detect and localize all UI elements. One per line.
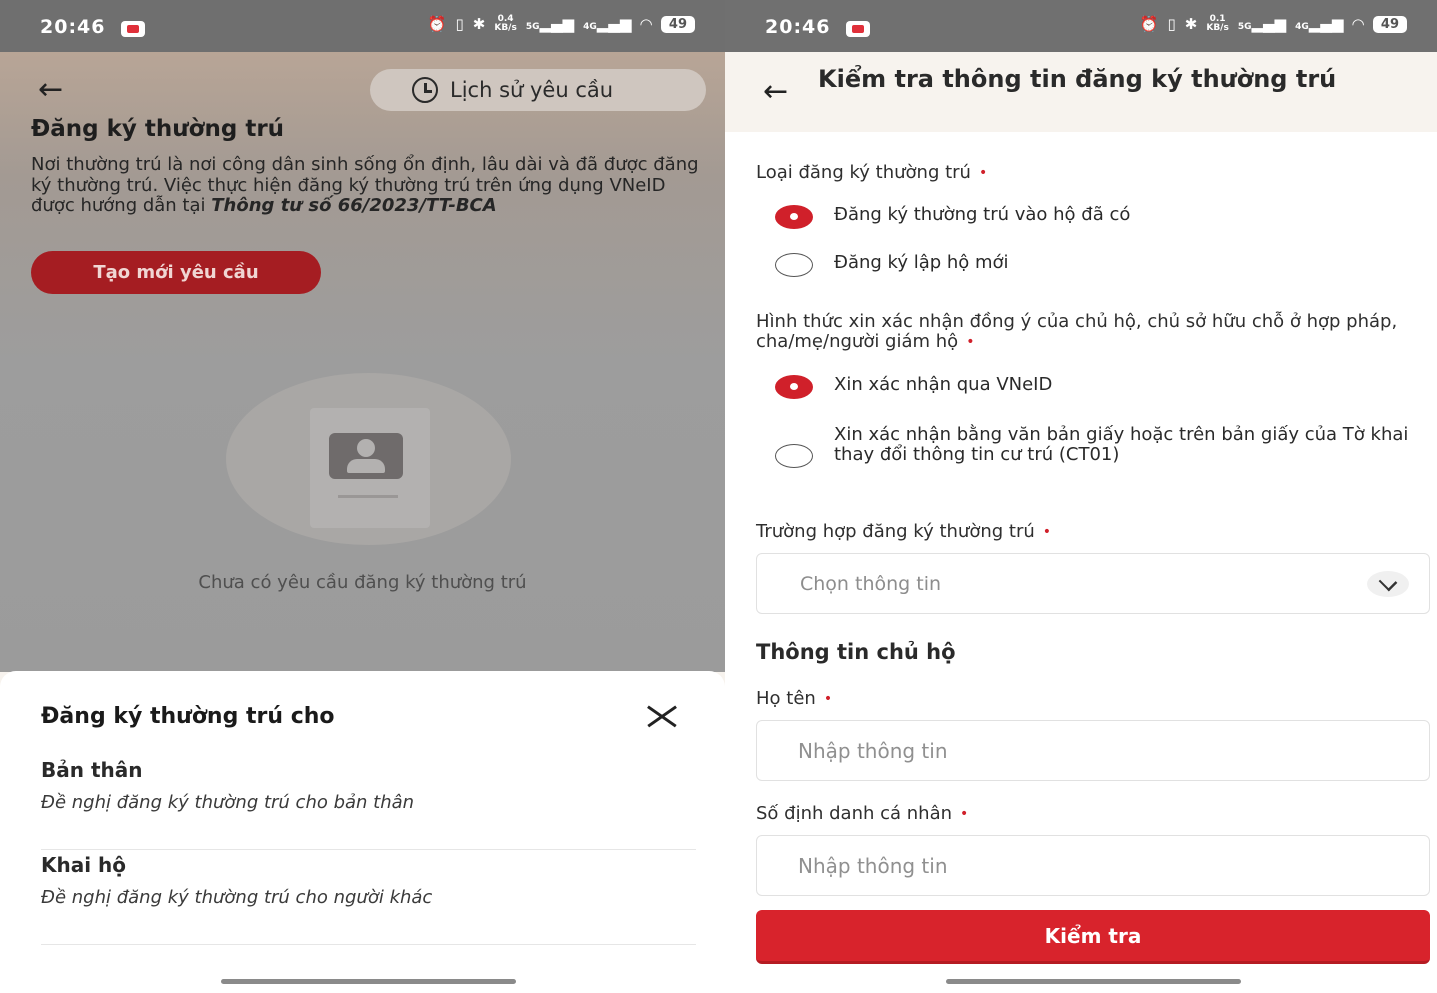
option-subtitle: Đề nghị đăng ký thường trú cho bản thân: [41, 792, 415, 813]
status-icons: ⏰ ▯ ✱ 0.4 KB/s 5G▂▄▆ 4G▂▄▆ ◠ 49: [428, 15, 695, 33]
home-indicator[interactable]: [946, 979, 1241, 984]
sheet-option-on-behalf[interactable]: Khai hộ Đề nghị đăng ký thường trú cho n…: [41, 850, 696, 945]
status-icons: ⏰ ▯ ✱ 0.1 KB/s 5G▂▄▆ 4G▂▄▆ ◠ 49: [1140, 15, 1407, 33]
clock-history-icon: [412, 77, 438, 103]
id-card-icon: [329, 433, 403, 479]
back-arrow-icon[interactable]: ←: [763, 77, 788, 107]
empty-state-text: Chưa có yêu cầu đăng ký thường trú: [198, 572, 527, 593]
case-label: Trường hợp đăng ký thường trú •: [756, 521, 1052, 542]
chevron-down-icon[interactable]: [1367, 571, 1409, 597]
select-placeholder: Chọn thông tin: [800, 573, 942, 595]
required-mark: •: [960, 806, 969, 822]
right-phone-screen: 20:46 ⏰ ▯ ✱ 0.1 KB/s 5G▂▄▆ 4G▂▄▆ ◠ 49 ← K…: [725, 0, 1437, 993]
status-bar: 20:46 ⏰ ▯ ✱ 0.4 KB/s 5G▂▄▆ 4G▂▄▆ ◠ 49: [0, 0, 725, 52]
history-button[interactable]: Lịch sử yêu cầu: [370, 69, 706, 111]
network-speed: 0.1 KB/s: [1206, 14, 1229, 33]
empty-state-divider: [338, 495, 398, 498]
signal-4g-icon: 4G▂▄▆: [583, 15, 632, 33]
status-time: 20:46: [765, 16, 831, 38]
required-mark: •: [823, 691, 833, 707]
registration-type-label: Loại đăng ký thường trú •: [756, 162, 988, 183]
signal-5g-icon: 5G▂▄▆: [1237, 15, 1287, 33]
required-mark: •: [966, 334, 975, 350]
bluetooth-icon: ✱: [472, 15, 486, 33]
vibrate-icon: ▯: [1167, 15, 1176, 33]
battery-indicator: 49: [1372, 15, 1407, 33]
status-bar: 20:46 ⏰ ▯ ✱ 0.1 KB/s 5G▂▄▆ 4G▂▄▆ ◠ 49: [725, 0, 1437, 52]
screen-record-icon: [846, 21, 870, 37]
signal-5g-icon: 5G▂▄▆: [525, 15, 575, 33]
radio-new-household[interactable]: Đăng ký lập hộ mới: [775, 253, 1009, 277]
name-field[interactable]: [756, 720, 1430, 781]
option-title: Khai hộ: [41, 853, 127, 877]
wifi-icon: ◠: [640, 15, 652, 33]
radio-consent-paper[interactable]: Xin xác nhận bằng văn bản giấy hoặc trên…: [775, 425, 1425, 468]
alarm-icon: ⏰: [1139, 15, 1159, 33]
radio-button-selected[interactable]: [775, 205, 813, 229]
back-arrow-icon[interactable]: ←: [38, 75, 63, 105]
alarm-icon: ⏰: [427, 15, 447, 33]
bottom-sheet: Đăng ký thường trú cho Bản thân Đề nghị …: [0, 671, 725, 993]
close-icon[interactable]: [645, 702, 679, 730]
circular-reference: Thông tư số 66/2023/TT-BCA: [211, 195, 497, 216]
check-button[interactable]: Kiểm tra: [756, 910, 1430, 964]
wifi-icon: ◠: [1352, 15, 1364, 33]
app-header: ← Kiểm tra thông tin đăng ký thường trú: [725, 52, 1437, 132]
create-request-button[interactable]: Tạo mới yêu cầu: [31, 251, 321, 294]
radio-consent-vneid[interactable]: Xin xác nhận qua VNeID: [775, 375, 1052, 399]
page-title: Đăng ký thường trú: [31, 116, 285, 142]
option-subtitle: Đề nghị đăng ký thường trú cho người khá…: [41, 887, 433, 908]
battery-indicator: 49: [660, 15, 695, 33]
id-number-field[interactable]: [756, 835, 1430, 896]
id-number-input[interactable]: [757, 836, 1429, 895]
name-input[interactable]: [757, 721, 1429, 780]
signal-4g-icon: 4G▂▄▆: [1295, 15, 1344, 33]
sheet-title: Đăng ký thường trú cho: [41, 704, 335, 729]
required-mark: •: [978, 165, 988, 181]
radio-button-selected[interactable]: [775, 375, 813, 399]
vibrate-icon: ▯: [455, 15, 464, 33]
status-time: 20:46: [40, 16, 106, 38]
bluetooth-icon: ✱: [1184, 15, 1198, 33]
radio-existing-household[interactable]: Đăng ký thường trú vào hộ đã có: [775, 205, 1130, 229]
network-speed: 0.4 KB/s: [494, 14, 517, 33]
page-description: Nơi thường trú là nơi công dân sinh sống…: [31, 154, 699, 216]
required-mark: •: [1042, 524, 1052, 540]
radio-button[interactable]: [775, 253, 813, 277]
case-select[interactable]: Chọn thông tin: [756, 553, 1430, 614]
home-indicator[interactable]: [221, 979, 516, 984]
option-title: Bản thân: [41, 758, 143, 782]
left-phone-screen: 20:46 ⏰ ▯ ✱ 0.4 KB/s 5G▂▄▆ 4G▂▄▆ ◠ 49 ← L…: [0, 0, 725, 993]
consent-method-label: Hình thức xin xác nhận đồng ý của chủ hộ…: [756, 311, 1398, 352]
history-button-label: Lịch sử yêu cầu: [450, 78, 614, 102]
id-number-label: Số định danh cá nhân •: [756, 803, 969, 824]
page-title: Kiểm tra thông tin đăng ký thường trú: [818, 65, 1337, 93]
section-title: Thông tin chủ hộ: [756, 640, 956, 664]
sheet-option-self[interactable]: Bản thân Đề nghị đăng ký thường trú cho …: [41, 755, 696, 850]
screen-record-icon: [121, 21, 145, 37]
radio-button[interactable]: [775, 444, 813, 468]
name-label: Họ tên •: [756, 688, 833, 709]
